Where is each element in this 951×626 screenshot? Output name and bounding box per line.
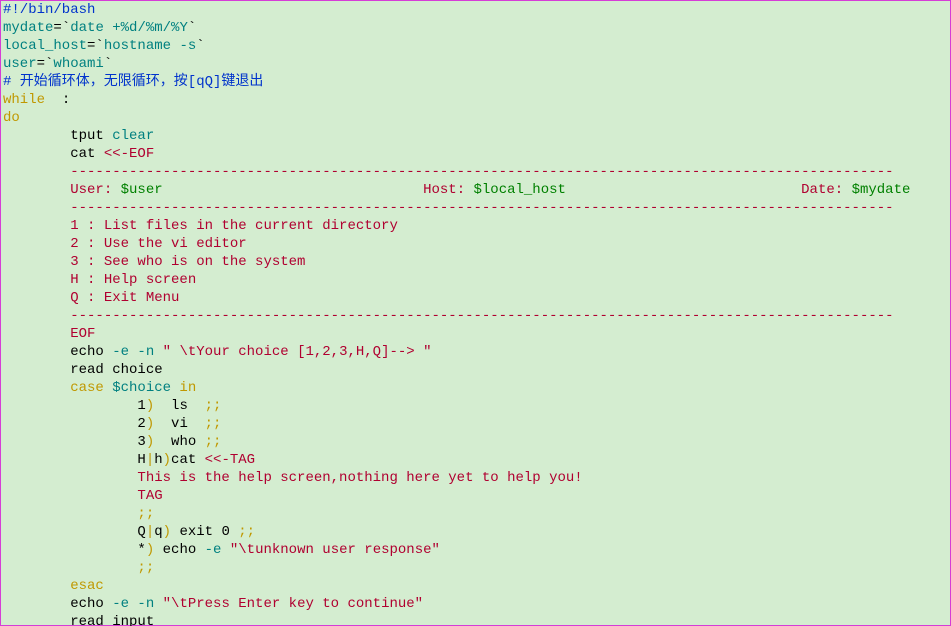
cmd-echo-1: echo — [3, 344, 112, 360]
kw-do: do — [3, 110, 20, 126]
echo-flag-e: -e — [205, 542, 230, 558]
heredoc-user-pre: User: — [3, 182, 121, 198]
dash-line-2: ----------------------------------------… — [3, 200, 894, 216]
assign-op: =` — [53, 20, 70, 36]
kw-esac: esac — [3, 578, 104, 594]
paren-icon: ) — [146, 542, 154, 558]
case-star-cmd: echo — [154, 542, 204, 558]
heredoc-tag-open: <<-TAG — [205, 452, 255, 468]
case-2-cmd: vi — [154, 416, 204, 432]
comment-loop: # 开始循环体，无限循环，按[qQ]键退出 — [3, 74, 263, 90]
paren-icon: ) — [146, 416, 154, 432]
colon: : — [45, 92, 70, 108]
kw-in: in — [171, 380, 196, 396]
double-semicolon-icon: ;; — [3, 506, 154, 522]
case-var: $choice — [112, 380, 171, 396]
var-user: user — [3, 56, 37, 72]
paren-icon: ) — [163, 452, 171, 468]
case-h-pat2: h — [154, 452, 162, 468]
cmd-read-1: read — [3, 362, 112, 378]
echo-str-unknown: "\tunknown user response" — [230, 542, 440, 558]
menu-item-2: 2 : Use the vi editor — [3, 236, 247, 252]
heredoc-date-pre: Date: — [566, 182, 852, 198]
case-3-cmd: who — [154, 434, 204, 450]
assign-op: =` — [87, 38, 104, 54]
cmd-exit: exit — [171, 524, 221, 540]
case-star-pat: * — [3, 542, 146, 558]
heredoc-host-pre: Host: — [163, 182, 474, 198]
assign-op: =` — [37, 56, 54, 72]
case-h-pat1: H — [3, 452, 146, 468]
cmd-whoami: whoami — [53, 56, 103, 72]
heredoc-tag-close: TAG — [3, 488, 163, 504]
case-1-cmd: ls — [154, 398, 204, 414]
echo-flags-1: -e -n — [112, 344, 162, 360]
dash-line-1: ----------------------------------------… — [3, 164, 894, 180]
cmd-cat: cat — [3, 146, 104, 162]
case-2-pat: 2 — [3, 416, 146, 432]
cmd-read-2: read — [3, 614, 112, 626]
heredoc-user-var: $user — [121, 182, 163, 198]
double-semicolon-icon: ;; — [3, 560, 154, 576]
kw-while: while — [3, 92, 45, 108]
case-1-pat: 1 — [3, 398, 146, 414]
double-semicolon-icon: ;; — [205, 398, 222, 414]
menu-item-3: 3 : See who is on the system — [3, 254, 305, 270]
menu-item-1: 1 : List files in the current directory — [3, 218, 398, 234]
menu-item-h: H : Help screen — [3, 272, 196, 288]
paren-icon: ) — [146, 398, 154, 414]
echo-str-prompt: " \tYour choice [1,2,3,H,Q]--> " — [163, 344, 432, 360]
backtick-close: ` — [196, 38, 204, 54]
var-localhost: local_host — [3, 38, 87, 54]
double-semicolon-icon: ;; — [238, 524, 255, 540]
dash-line-3: ----------------------------------------… — [3, 308, 894, 324]
heredoc-host-var: $local_host — [474, 182, 566, 198]
echo-str-continue: "\tPress Enter key to continue" — [163, 596, 423, 612]
arg-clear: clear — [112, 128, 154, 144]
case-3-pat: 3 — [3, 434, 146, 450]
shebang-line: #!/bin/bash — [3, 2, 95, 18]
echo-flags-2: -e -n — [112, 596, 162, 612]
cmd-date: date +%d/%m/%Y — [70, 20, 188, 36]
case-q-pat2: q — [154, 524, 162, 540]
case-h-cmd: cat — [171, 452, 205, 468]
menu-item-q: Q : Exit Menu — [3, 290, 179, 306]
case-q-pat1: Q — [3, 524, 146, 540]
paren-icon: ) — [163, 524, 171, 540]
pipe-icon: | — [146, 524, 154, 540]
kw-case: case — [3, 380, 112, 396]
cmd-echo-2: echo — [3, 596, 112, 612]
cmd-hostname: hostname -s — [104, 38, 196, 54]
backtick-close: ` — [188, 20, 196, 36]
heredoc-date-var: $mydate — [852, 182, 911, 198]
double-semicolon-icon: ;; — [205, 434, 222, 450]
var-choice: choice — [112, 362, 162, 378]
backtick-close: ` — [104, 56, 112, 72]
cmd-tput: tput — [3, 128, 112, 144]
code-block: #!/bin/bash mydate=`date +%d/%m/%Y` loca… — [0, 0, 951, 626]
help-text: This is the help screen,nothing here yet… — [3, 470, 583, 486]
heredoc-eof-close: EOF — [3, 326, 95, 342]
var-mydate: mydate — [3, 20, 53, 36]
double-semicolon-icon: ;; — [205, 416, 222, 432]
var-input: input — [112, 614, 154, 626]
heredoc-eof-open: <<-EOF — [104, 146, 154, 162]
paren-icon: ) — [146, 434, 154, 450]
exit-code: 0 — [221, 524, 238, 540]
pipe-icon: | — [146, 452, 154, 468]
